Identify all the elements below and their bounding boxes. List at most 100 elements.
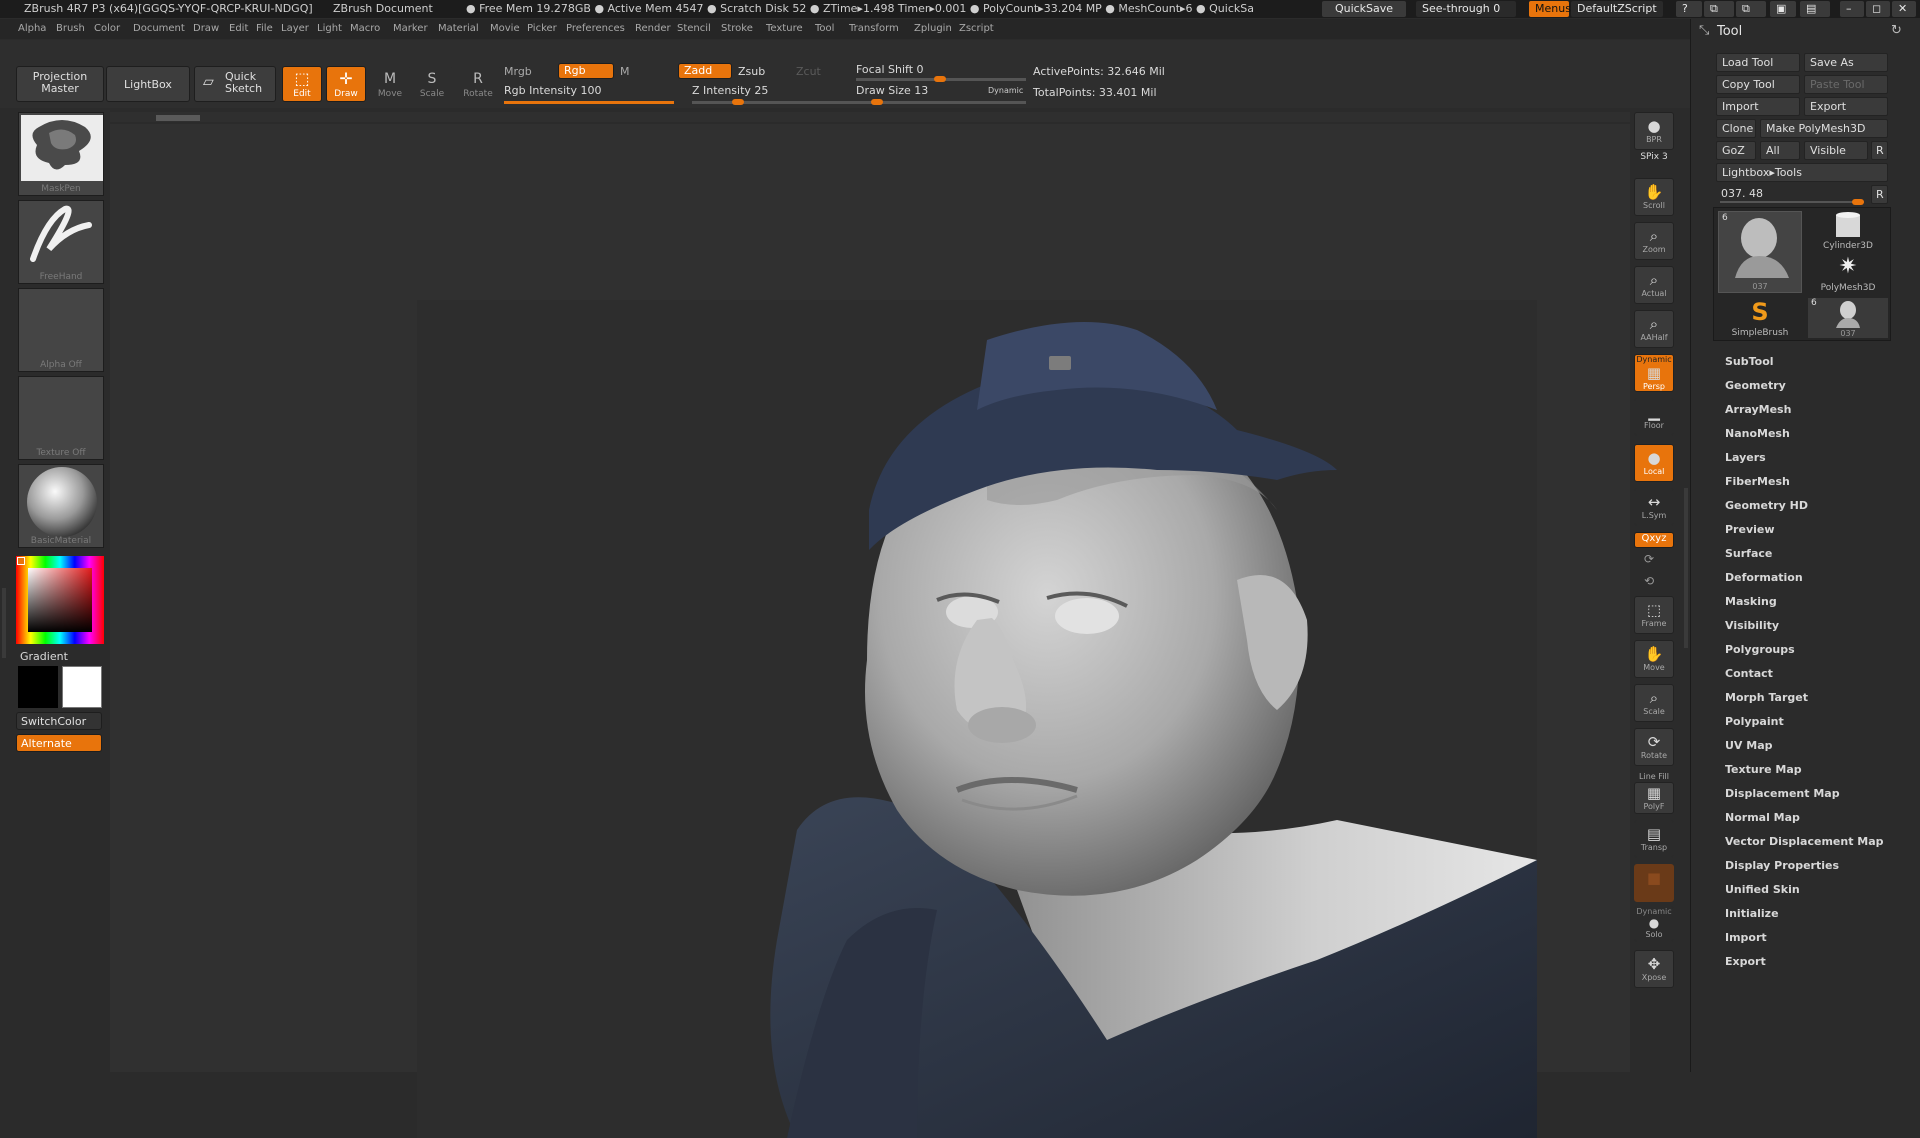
submenu-vector-displacement-map[interactable]: Vector Displacement Map xyxy=(1725,835,1884,848)
lightbox-button[interactable]: LightBox xyxy=(106,66,190,102)
left-tray-grip[interactable] xyxy=(2,588,6,658)
rotate-button[interactable]: R Rotate xyxy=(456,66,500,102)
submenu-morph-target[interactable]: Morph Target xyxy=(1725,691,1808,704)
menu-edit[interactable]: Edit xyxy=(229,23,248,34)
close-icon[interactable]: ✕ xyxy=(1892,1,1916,17)
menu-file[interactable]: File xyxy=(256,23,273,34)
shelf-persp[interactable]: Dynamic ▦ Persp xyxy=(1634,354,1674,392)
zcut-toggle[interactable]: Zcut xyxy=(796,65,821,78)
right-tray-grip[interactable] xyxy=(1684,488,1688,648)
tool-thumb-simplebrush[interactable]: S SimpleBrush xyxy=(1718,298,1802,338)
shelf-ghost[interactable]: ■ xyxy=(1634,864,1674,902)
shelf-floor[interactable]: ▁ Floor xyxy=(1634,398,1674,436)
copy-tool-button[interactable]: Copy Tool xyxy=(1716,75,1800,94)
help-icon[interactable]: ? xyxy=(1676,1,1702,17)
texture-thumbnail[interactable]: Texture Off xyxy=(18,376,104,460)
menus-button[interactable]: Menus xyxy=(1529,1,1571,17)
submenu-subtool[interactable]: SubTool xyxy=(1725,355,1774,368)
make-polymesh-button[interactable]: Make PolyMesh3D xyxy=(1760,119,1888,138)
material-thumbnail[interactable]: BasicMaterial xyxy=(18,464,104,548)
focal-shift-label[interactable]: Focal Shift 0 xyxy=(856,63,924,76)
goz-all-button[interactable]: All xyxy=(1760,141,1800,160)
zadd-toggle[interactable]: Zadd xyxy=(678,63,732,79)
current-tool-slider[interactable]: 037. 48 xyxy=(1716,185,1866,205)
submenu-initialize[interactable]: Initialize xyxy=(1725,907,1779,920)
palette-icon[interactable]: ▤ xyxy=(1800,1,1830,17)
menu-movie[interactable]: Movie xyxy=(490,23,520,34)
focal-shift-slider[interactable] xyxy=(856,76,1026,82)
z-intensity-slider[interactable] xyxy=(692,99,862,105)
rgb-intensity-label[interactable]: Rgb Intensity 100 xyxy=(504,84,601,97)
menu-layer[interactable]: Layer xyxy=(281,23,309,34)
menu-stroke[interactable]: Stroke xyxy=(721,23,753,34)
draw-size-label[interactable]: Draw Size 13 xyxy=(856,84,928,97)
submenu-polygroups[interactable]: Polygroups xyxy=(1725,643,1795,656)
menu-zplugin[interactable]: Zplugin xyxy=(914,23,952,34)
menu-macro[interactable]: Macro xyxy=(350,23,380,34)
submenu-import[interactable]: Import xyxy=(1725,931,1767,944)
submenu-uv-map[interactable]: UV Map xyxy=(1725,739,1773,752)
paste-tool-button[interactable]: Paste Tool xyxy=(1804,75,1888,94)
menu-material[interactable]: Material xyxy=(438,23,479,34)
see-through-slider[interactable]: See-through 0 xyxy=(1416,1,1516,17)
goz-visible-button[interactable]: Visible xyxy=(1804,141,1868,160)
dynamic-toggle[interactable]: Dynamic xyxy=(988,86,1023,95)
brush-thumbnail[interactable]: MaskPen xyxy=(18,112,104,196)
model-viewport[interactable] xyxy=(417,300,1537,1138)
submenu-arraymesh[interactable]: ArrayMesh xyxy=(1725,403,1791,416)
menu-stencil[interactable]: Stencil xyxy=(677,23,711,34)
menu-picker[interactable]: Picker xyxy=(527,23,557,34)
m-toggle[interactable]: M xyxy=(620,65,630,78)
submenu-unified-skin[interactable]: Unified Skin xyxy=(1725,883,1800,896)
goz-r-button[interactable]: R xyxy=(1871,141,1888,160)
shelf-aahalf[interactable]: ⌕ AAHalf xyxy=(1634,310,1674,348)
move-button[interactable]: M Move xyxy=(370,66,410,102)
tool-thumb-037[interactable]: 6 037 xyxy=(1718,211,1802,293)
rgb-toggle[interactable]: Rgb xyxy=(558,63,614,79)
submenu-deformation[interactable]: Deformation xyxy=(1725,571,1803,584)
save-as-button[interactable]: Save As xyxy=(1804,53,1888,72)
secondary-color-swatch[interactable] xyxy=(62,666,102,708)
tool-thumb-cylinder[interactable]: Cylinder3D xyxy=(1808,211,1888,251)
shelf-zoom[interactable]: ⌕ Zoom xyxy=(1634,222,1674,260)
rotate-y-icon[interactable]: ⟳ xyxy=(1644,552,1654,566)
stroke-thumbnail[interactable]: FreeHand xyxy=(18,200,104,284)
menu-light[interactable]: Light xyxy=(317,23,342,34)
z-intensity-label[interactable]: Z Intensity 25 xyxy=(692,84,768,97)
menu-transform[interactable]: Transform xyxy=(849,23,899,34)
menu-tool[interactable]: Tool xyxy=(815,23,834,34)
load-tool-button[interactable]: Load Tool xyxy=(1716,53,1800,72)
edit-button[interactable]: ⬚ Edit xyxy=(282,66,322,102)
shelf-polyf[interactable]: ▦ PolyF xyxy=(1634,782,1674,814)
shelf-lsym[interactable]: ↔ L.Sym xyxy=(1634,488,1674,526)
color-marker-icon[interactable] xyxy=(17,557,25,565)
submenu-nanomesh[interactable]: NanoMesh xyxy=(1725,427,1790,440)
submenu-surface[interactable]: Surface xyxy=(1725,547,1772,560)
submenu-displacement-map[interactable]: Displacement Map xyxy=(1725,787,1840,800)
draw-size-slider[interactable] xyxy=(856,99,1026,105)
scale-button[interactable]: S Scale xyxy=(412,66,452,102)
document-canvas[interactable] xyxy=(110,124,1630,1138)
minimize-icon[interactable]: – xyxy=(1840,1,1864,17)
palette-reset-icon[interactable]: ↻ xyxy=(1891,23,1902,38)
goz-button[interactable]: GoZ xyxy=(1716,141,1756,160)
mrgb-toggle[interactable]: Mrgb xyxy=(504,65,532,78)
submenu-export[interactable]: Export xyxy=(1725,955,1766,968)
submenu-normal-map[interactable]: Normal Map xyxy=(1725,811,1800,824)
shelf-scale[interactable]: ⌕ Scale xyxy=(1634,684,1674,722)
shelf-bpr[interactable]: ● BPR xyxy=(1634,112,1674,150)
submenu-texture-map[interactable]: Texture Map xyxy=(1725,763,1802,776)
menu-draw[interactable]: Draw xyxy=(193,23,219,34)
submenu-masking[interactable]: Masking xyxy=(1725,595,1777,608)
shelf-move[interactable]: ✋ Move xyxy=(1634,640,1674,678)
clone-button[interactable]: Clone xyxy=(1716,119,1756,138)
alternate-button[interactable]: Alternate xyxy=(16,734,102,752)
submenu-polypaint[interactable]: Polypaint xyxy=(1725,715,1784,728)
menu-color[interactable]: Color xyxy=(94,23,120,34)
color-saturation-box[interactable] xyxy=(28,568,92,632)
switch-color-button[interactable]: SwitchColor xyxy=(16,712,102,730)
spix-slider[interactable]: SPix 3 xyxy=(1634,152,1674,162)
shelf-transp[interactable]: ▤ Transp xyxy=(1634,820,1674,858)
menu-render[interactable]: Render xyxy=(635,23,671,34)
menu-preferences[interactable]: Preferences xyxy=(566,23,625,34)
